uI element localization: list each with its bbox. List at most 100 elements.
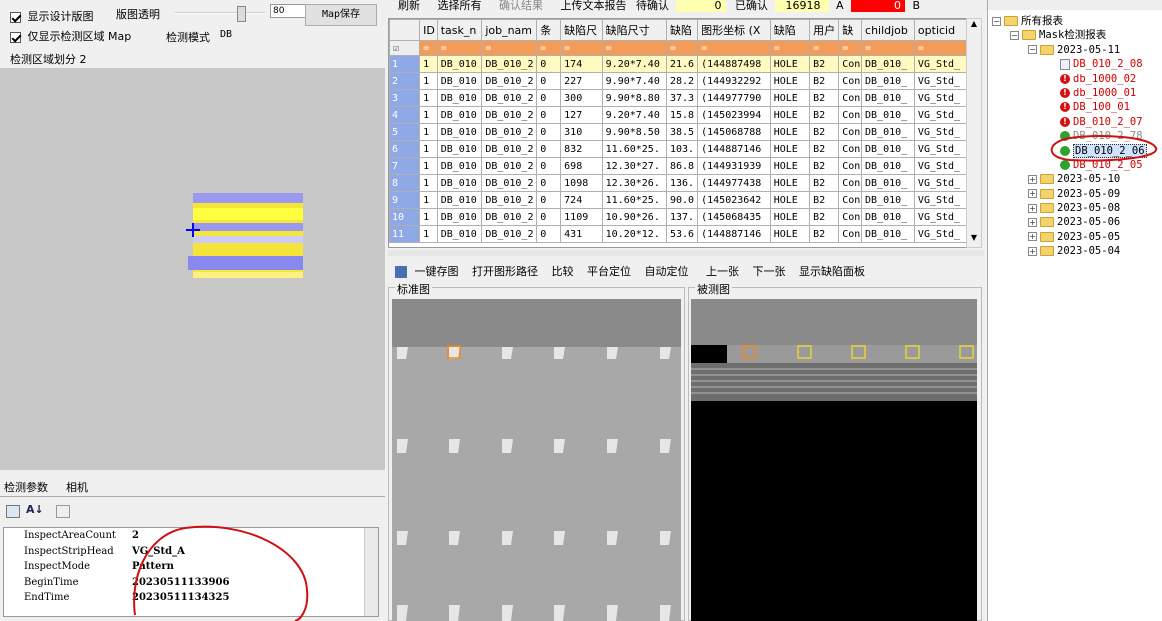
filter-cell[interactable]: = [809,40,840,56]
table-row[interactable]: 10 1 DB_010 DB_010_2 0 1109 10.90*26. 137. (1450… [389,208,967,226]
filter-cell[interactable]: = [861,40,915,56]
filter-cell[interactable]: = [481,40,538,56]
col-header[interactable]: 条 [536,19,562,41]
table-row[interactable]: 5 1 DB_010 DB_010_2 0 310 9.90*8.50 38.5 (145068… [389,123,967,141]
tree-root[interactable]: − 所有报表 [992,14,1162,28]
show-panel-button[interactable]: 显示缺陷面板 [799,265,865,278]
prev-button[interactable]: 上一张 [706,265,739,278]
next-button[interactable]: 下一张 [753,265,786,278]
refresh-button[interactable]: 刷新 [398,0,420,12]
row-header[interactable]: 7 [389,157,421,175]
tree-date-node[interactable]: +2023-05-10 [992,172,1162,186]
table-row[interactable]: 4 1 DB_010 DB_010_2 0 127 9.20*7.40 15.8 (145023… [389,106,967,124]
compare-button[interactable]: 比较 [552,265,574,278]
tab-camera[interactable]: 相机 [66,479,88,497]
filter-cell[interactable]: = [665,40,699,56]
filter-cell[interactable]: = [913,40,967,56]
map-canvas[interactable] [0,68,385,470]
sort-category-icon[interactable] [6,505,20,518]
property-scrollbar[interactable] [364,528,378,616]
row-header[interactable]: 1 [389,55,421,73]
inspect-area-checkbox[interactable]: 仅显示检测区域 Map [10,28,131,44]
filter-corner-icon[interactable]: ☑ [389,40,421,56]
splitter[interactable] [388,250,984,256]
col-header[interactable]: 图形坐标 (X [697,19,771,41]
col-header[interactable]: 缺陷 [665,19,699,41]
tree-date-node[interactable]: −2023-05-11 [992,43,1162,57]
auto-locate-button[interactable]: 自动定位 [645,265,689,278]
defect-grid[interactable]: ID task_n job_nam 条 缺陷尺 缺陷尺寸 缺陷 图形坐标 (X … [388,18,968,248]
select-all-button[interactable]: 选择所有 [438,0,482,12]
upload-report-button[interactable]: 上传文本报告 [561,0,627,12]
slider-thumb[interactable] [237,6,246,22]
tree-date-node[interactable]: +2023-05-05 [992,230,1162,244]
table-row[interactable]: 9 1 DB_010 DB_010_2 0 724 11.60*25. 90.0 (145023… [389,191,967,209]
row-header[interactable]: 6 [389,140,421,158]
col-header[interactable]: 用户 [809,19,840,41]
table-row[interactable]: 11 1 DB_010 DB_010_2 0 431 10.20*12. 53.6 (14488… [389,225,967,243]
confirm-result-button[interactable]: 确认结果 [499,0,543,12]
row-header[interactable]: 2 [389,72,421,90]
filter-cell[interactable]: = [601,40,667,56]
report-tree[interactable]: − 所有报表 − Mask检测报表 −2023-05-11 DB_010_2_08 … [987,0,1162,621]
row-header[interactable]: 5 [389,123,421,141]
std-image[interactable] [392,299,681,621]
error-icon: ! [1060,73,1070,84]
filter-cell[interactable]: = [769,40,811,56]
col-header[interactable]: 缺 [838,19,863,41]
tree-report-item[interactable]: DB_010_2_08 [992,57,1162,71]
col-header[interactable]: 缺陷 [769,19,811,41]
row-header[interactable]: 8 [389,174,421,192]
design-layout-checkbox[interactable]: 显示设计版图 [10,8,94,24]
save-icon[interactable] [395,266,407,278]
tree-date-node[interactable]: +2023-05-09 [992,187,1162,201]
sort-alpha-icon[interactable]: A↓ [26,503,44,516]
scroll-down-icon[interactable]: ▼ [967,233,981,247]
tree-date-node[interactable]: +2023-05-06 [992,215,1162,229]
filter-cell[interactable]: = [536,40,562,56]
filter-cell[interactable]: = [436,40,483,56]
table-row[interactable]: 8 1 DB_010 DB_010_2 0 1098 12.30*26. 136. (14497… [389,174,967,192]
filter-cell[interactable]: = [838,40,863,56]
table-row[interactable]: 1 1 DB_010 DB_010_2 0 174 9.20*7.40 21.6 (144887… [389,55,967,73]
filter-row[interactable]: ☑ = = = = = = = = = = = = = [389,40,967,56]
tree-report-item[interactable]: ! db_1000_01 [992,86,1162,100]
tree-report-item[interactable]: ! db_1000_02 [992,72,1162,86]
filter-cell[interactable]: = [419,40,438,56]
table-row[interactable]: 6 1 DB_010 DB_010_2 0 832 11.60*25. 103. (144887… [389,140,967,158]
test-image[interactable] [691,299,977,621]
scroll-up-icon[interactable]: ▲ [967,19,981,33]
col-header[interactable]: childjob [861,19,915,41]
open-path-button[interactable]: 打开图形路径 [472,265,538,278]
table-row[interactable]: 3 1 DB_010 DB_010_2 0 300 9.90*8.80 37.3 (144977… [389,89,967,107]
table-row[interactable]: 7 1 DB_010 DB_010_2 0 698 12.30*27. 86.8 (144931… [389,157,967,175]
tree-date-node[interactable]: +2023-05-08 [992,201,1162,215]
tree-date-node[interactable]: +2023-05-04 [992,244,1162,258]
tab-params[interactable]: 检测参数 [2,479,50,497]
row-header[interactable]: 9 [389,191,421,209]
filter-cell[interactable]: = [697,40,771,56]
tree-mask-node[interactable]: − Mask检测报表 [992,28,1162,42]
row-header[interactable]: 11 [389,225,421,243]
opacity-slider[interactable] [175,6,267,22]
property-pages-icon[interactable] [56,505,70,518]
col-header[interactable]: ID [419,19,438,41]
opacity-value-input[interactable]: 80 [270,4,310,18]
col-header[interactable]: opticid [913,19,967,41]
col-header[interactable]: 缺陷尺寸 [601,19,667,41]
grid-vscrollbar[interactable]: ▲ ▼ [966,18,982,248]
save-image-button[interactable]: 一键存图 [415,265,459,278]
table-cell: DB_010 [436,191,483,209]
table-row[interactable]: 2 1 DB_010 DB_010_2 0 227 9.90*7.40 28.2 (144932… [389,72,967,90]
col-header[interactable]: task_n [436,19,483,41]
row-header[interactable]: 3 [389,89,421,107]
col-header[interactable]: job_nam [481,19,538,41]
filter-cell[interactable]: = [560,40,603,56]
row-header[interactable]: 10 [389,208,421,226]
platform-locate-button[interactable]: 平台定位 [587,265,631,278]
col-header[interactable]: 缺陷尺 [560,19,603,41]
map-save-button[interactable]: Map保存 [305,4,377,26]
row-header[interactable]: 4 [389,106,421,124]
tree-report-item[interactable]: ! DB_010_2_07 [992,115,1162,129]
tree-report-item[interactable]: ! DB_100_01 [992,100,1162,114]
